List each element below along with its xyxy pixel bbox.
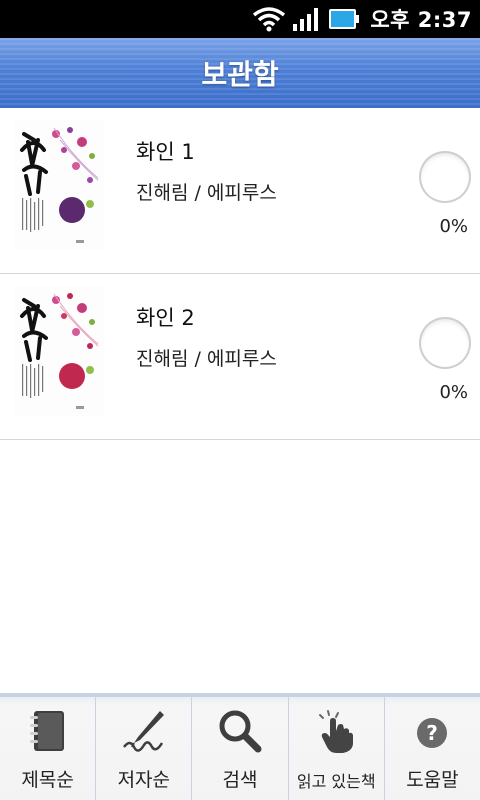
tab-sort-by-author[interactable]: 저자순 xyxy=(96,697,193,800)
book-author: 진해림 / 에피루스 xyxy=(136,348,277,370)
battery-icon xyxy=(329,9,360,29)
tab-sort-by-title[interactable]: 제목순 xyxy=(0,697,97,800)
tab-label: 제목순 xyxy=(21,769,74,791)
notebook-icon xyxy=(29,711,64,751)
tab-help[interactable]: ? 도움말 xyxy=(385,697,480,800)
book-list-item[interactable]: 화인 2 진해림 / 에피루스 0% xyxy=(0,274,480,440)
reading-progress-ring xyxy=(419,317,471,369)
cover-art xyxy=(14,286,104,416)
book-title: 화인 1 xyxy=(136,140,195,164)
tab-label: 저자순 xyxy=(117,769,171,791)
touch-hand-icon xyxy=(319,710,354,753)
svg-text:?: ? xyxy=(427,721,439,745)
tab-currently-reading[interactable]: 읽고 있는책 xyxy=(289,697,385,800)
tab-label: 읽고 있는책 xyxy=(296,772,376,791)
status-icons: 오후 2:37 xyxy=(252,0,472,38)
cover-art xyxy=(14,120,104,250)
tab-label: 도움말 xyxy=(406,769,459,791)
book-list-item[interactable]: 화인 1 진해림 / 에피루스 0% xyxy=(0,108,480,274)
magnifier-icon xyxy=(219,710,262,753)
title-bar: 보관함 xyxy=(0,38,480,108)
tab-search[interactable]: 검색 xyxy=(192,697,289,800)
status-bar: 오후 2:37 xyxy=(0,0,480,38)
book-author: 진해림 / 에피루스 xyxy=(136,182,277,204)
bottom-tab-bar: 제목순 저자순 검색 읽고 있는책 ? 도움말 xyxy=(0,693,480,800)
wifi-icon xyxy=(253,7,286,32)
reading-progress-percent: 0% xyxy=(439,216,468,237)
book-list: 화인 1 진해림 / 에피루스 0% 화인 2 진해림 / 에피루스 0% xyxy=(0,108,480,440)
help-icon: ? xyxy=(417,718,448,748)
book-cover-image xyxy=(14,120,104,250)
signal-icon xyxy=(293,8,319,31)
tab-label: 검색 xyxy=(222,769,258,791)
book-cover-image xyxy=(14,286,104,416)
page-title: 보관함 xyxy=(201,58,279,91)
book-title: 화인 2 xyxy=(136,306,195,330)
status-clock: 오후 2:37 xyxy=(370,8,472,32)
pen-icon xyxy=(122,711,164,752)
reading-progress-ring xyxy=(419,151,471,203)
reading-progress-percent: 0% xyxy=(439,382,468,403)
